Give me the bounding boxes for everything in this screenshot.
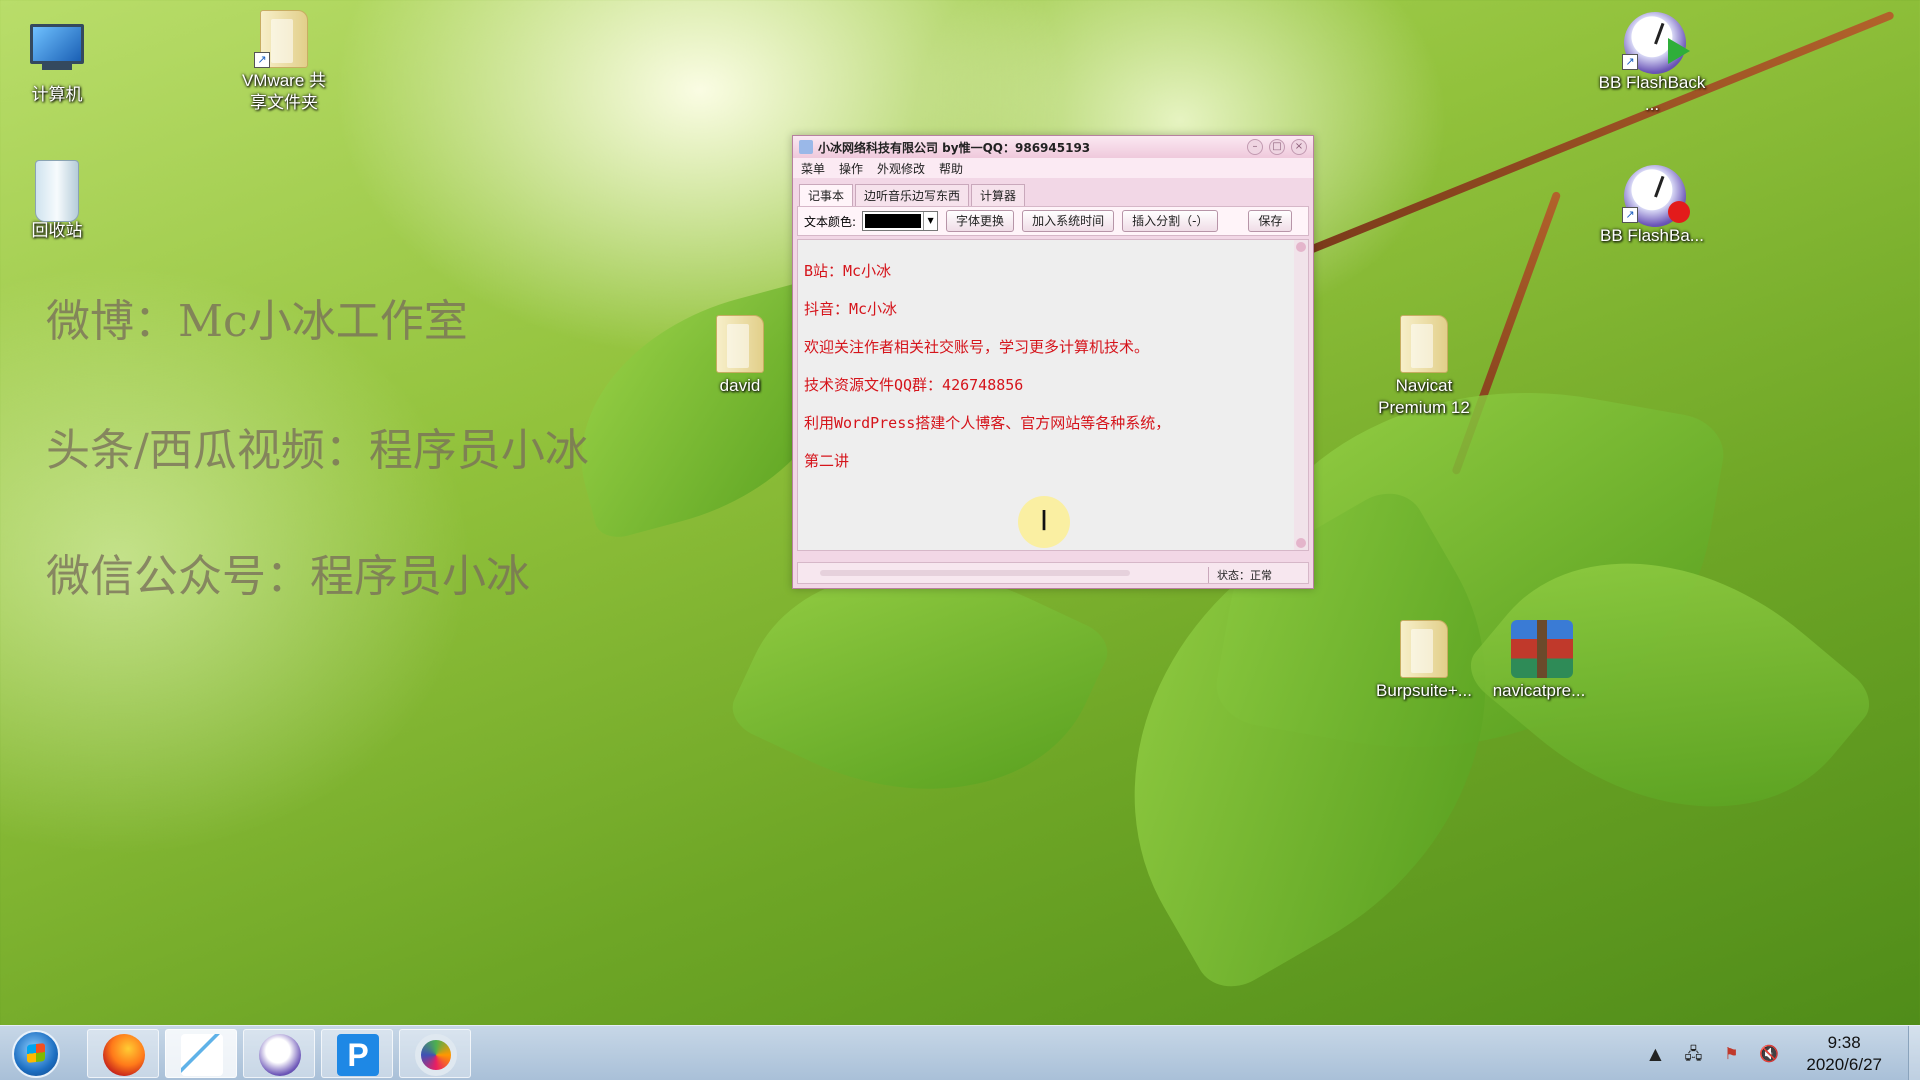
color-swatch — [865, 214, 922, 228]
desktop-icon-label: VMware 共享文件夹 — [241, 71, 327, 112]
signature-app-icon — [181, 1034, 223, 1076]
taskbar-app-firefox[interactable] — [87, 1029, 159, 1078]
desktop-icon-recycle-bin[interactable]: 回收站 — [2, 160, 112, 242]
font-change-button[interactable]: 字体更换 — [946, 210, 1015, 232]
editor-line: 抖音：Mc小冰 — [804, 300, 898, 318]
bb-flashback-player-icon: ↗ — [1622, 12, 1690, 74]
editor-line: 欢迎关注作者相关社交账号，学习更多计算机技术。 — [804, 338, 1150, 356]
shortcut-arrow-icon: ↗ — [254, 52, 270, 68]
network-icon[interactable]: 🖧 — [1682, 1044, 1704, 1064]
menu-item-menu[interactable]: 菜单 — [801, 160, 825, 177]
editor-line: 利用WordPress搭建个人博客、官方网站等各种系统， — [804, 414, 1171, 432]
window-titlebar[interactable]: 小冰网络科技有限公司 by惟一QQ：986945193 – □ × — [793, 136, 1313, 158]
desktop-icon-label: Burpsuite+... — [1376, 681, 1472, 700]
app-icon — [799, 140, 813, 154]
toolbar: 文本颜色: ▼ 字体更换 加入系统时间 插入分割（-） 保存 — [797, 206, 1309, 236]
volume-muted-icon[interactable]: 🔇 — [1758, 1044, 1780, 1064]
close-icon[interactable]: × — [1291, 139, 1307, 155]
notepad-window: 小冰网络科技有限公司 by惟一QQ：986945193 – □ × 菜单 操作 … — [792, 135, 1314, 589]
text-color-label: 文本颜色: — [804, 214, 857, 229]
tab-music[interactable]: 边听音乐边写东西 — [855, 184, 970, 206]
editor-line: B站：Mc小冰 — [804, 262, 892, 280]
bb-flashback-recorder-icon — [259, 1034, 301, 1076]
action-center-flag-icon[interactable]: ⚑ — [1720, 1044, 1742, 1064]
status-text: 状态：正常 — [1208, 567, 1272, 583]
clock-date: 2020/6/27 — [1806, 1054, 1882, 1074]
desktop-icon-bb-flashback-recorder[interactable]: ↗ BB FlashBa... — [1597, 165, 1707, 247]
winrar-archive-icon — [1511, 620, 1573, 678]
save-button[interactable]: 保存 — [1248, 210, 1293, 232]
firefox-icon — [103, 1034, 145, 1076]
desktop-icon-label: 回收站 — [31, 221, 83, 240]
show-hidden-icons-icon[interactable]: ▲ — [1644, 1044, 1666, 1064]
tab-strip: 记事本 边听音乐边写东西 计算器 — [793, 178, 1313, 206]
shortcut-arrow-icon: ↗ — [1622, 54, 1638, 70]
taskbar-clock[interactable]: 9:38 2020/6/27 — [1806, 1032, 1882, 1076]
tab-notepad[interactable]: 记事本 — [799, 184, 854, 206]
maximize-icon[interactable]: □ — [1269, 139, 1285, 155]
promo-toutiao: 头条/西瓜视频：程序员小冰 — [46, 425, 589, 476]
editor-line: 技术资源文件QQ群：426748856 — [804, 376, 1024, 394]
start-button[interactable] — [12, 1030, 60, 1078]
editor-line: 第二讲 — [804, 452, 850, 470]
navicat-icon — [415, 1034, 457, 1076]
tab-calculator[interactable]: 计算器 — [971, 184, 1026, 206]
taskbar-app-signature[interactable] — [165, 1029, 237, 1078]
vertical-scrollbar[interactable] — [1294, 240, 1308, 550]
text-color-select[interactable]: ▼ — [862, 211, 939, 231]
desktop-icon-navicat-folder[interactable]: Navicat Premium 12 — [1369, 315, 1479, 419]
promo-weibo: 微博：Mc小冰工作室 — [46, 296, 468, 347]
chevron-down-icon: ▼ — [923, 212, 937, 230]
desktop-icon-label: 计算机 — [31, 85, 83, 104]
desktop-icon-bb-flashback-player[interactable]: ↗ BB FlashBack ... — [1597, 12, 1707, 116]
insert-divider-button[interactable]: 插入分割（-） — [1122, 210, 1219, 232]
menu-item-appearance[interactable]: 外观修改 — [877, 160, 925, 177]
window-title: 小冰网络科技有限公司 by惟一QQ：986945193 — [818, 140, 1091, 155]
menu-item-operate[interactable]: 操作 — [839, 160, 863, 177]
shortcut-arrow-icon: ↗ — [1622, 207, 1638, 223]
taskbar: P ▲ 🖧 ⚑ 🔇 9:38 2020/6/27 — [0, 1025, 1920, 1080]
desktop-icon-david[interactable]: david — [685, 315, 795, 397]
desktop-icon-label: navicatpre... — [1492, 681, 1586, 700]
promo-wechat: 微信公众号：程序员小冰 — [46, 551, 530, 602]
text-editor[interactable]: B站：Mc小冰 抖音：Mc小冰 欢迎关注作者相关社交账号，学习更多计算机技术。 … — [797, 239, 1309, 551]
system-tray: ▲ 🖧 ⚑ 🔇 9:38 2020/6/27 — [1636, 1026, 1920, 1080]
desktop-icon-computer[interactable]: 计算机 — [2, 20, 112, 106]
bb-flashback-recorder-icon: ↗ — [1622, 165, 1690, 227]
folder-icon — [712, 315, 768, 373]
insert-time-button[interactable]: 加入系统时间 — [1022, 210, 1115, 232]
taskbar-app-p[interactable]: P — [321, 1029, 393, 1078]
show-desktop-button[interactable] — [1908, 1026, 1920, 1080]
desktop-icon-navicat-archive[interactable]: navicatpre... — [1484, 620, 1594, 702]
desktop-icon-label: david — [719, 376, 761, 395]
shared-folder-icon: ↗ — [254, 10, 312, 68]
p-app-icon: P — [337, 1034, 379, 1076]
folder-icon — [1396, 315, 1452, 373]
recycle-bin-icon — [29, 160, 85, 222]
desktop-icon-label: BB FlashBack ... — [1598, 73, 1706, 114]
desktop-icon-label: BB FlashBa... — [1600, 226, 1704, 245]
editor-content[interactable]: B站：Mc小冰 抖音：Mc小冰 欢迎关注作者相关社交账号，学习更多计算机技术。 … — [798, 240, 1308, 480]
clock-time: 9:38 — [1827, 1032, 1861, 1052]
text-cursor-icon: I — [1018, 496, 1070, 548]
taskbar-app-navicat[interactable] — [399, 1029, 471, 1078]
desktop-icon-label: Navicat Premium 12 — [1378, 376, 1470, 417]
computer-icon — [29, 24, 85, 80]
menubar: 菜单 操作 外观修改 帮助 — [793, 158, 1313, 178]
status-bar: 状态：正常 — [797, 562, 1309, 584]
desktop-icon-burpsuite[interactable]: Burpsuite+... — [1369, 620, 1479, 702]
horizontal-scrollbar[interactable] — [820, 570, 1130, 576]
folder-icon — [1396, 620, 1452, 678]
taskbar-app-bb-recorder[interactable] — [243, 1029, 315, 1078]
menu-item-help[interactable]: 帮助 — [939, 160, 963, 177]
minimize-icon[interactable]: – — [1247, 139, 1263, 155]
desktop-icon-vmware-shared[interactable]: ↗ VMware 共享文件夹 — [229, 10, 339, 114]
